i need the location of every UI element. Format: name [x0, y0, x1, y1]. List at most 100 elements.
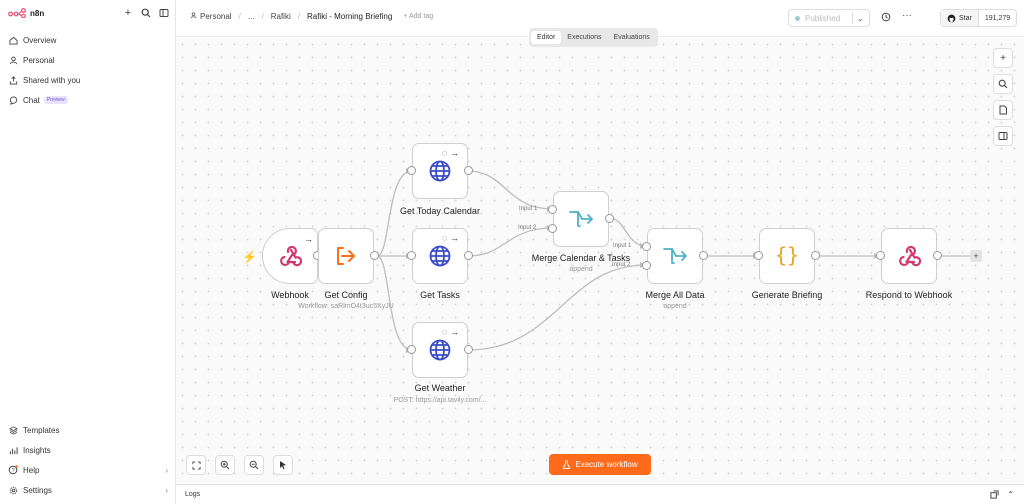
sidebar-item-insights[interactable]: Insights: [0, 440, 176, 460]
sidebar-item-chat[interactable]: Chat Preview: [0, 90, 176, 110]
execute-workflow-icon: [337, 247, 355, 265]
node-get-config[interactable]: [318, 228, 374, 284]
breadcrumb-folder[interactable]: Rafiki: [271, 12, 291, 21]
svg-text:{}: {}: [775, 244, 799, 267]
share-icon: [8, 75, 18, 85]
run-node-icon[interactable]: ◌ →: [442, 148, 459, 158]
zoom-in-icon[interactable]: [215, 455, 235, 475]
input-handle[interactable]: [642, 242, 651, 251]
add-tag-button[interactable]: + Add tag: [403, 13, 433, 20]
chevron-down-icon[interactable]: ⌄: [857, 14, 864, 23]
node-merge-all-data[interactable]: [647, 228, 703, 284]
code-braces-icon: {}: [775, 244, 799, 267]
user-icon: [190, 12, 197, 21]
execute-workflow-button[interactable]: Execute workflow: [549, 454, 651, 475]
node-get-today-calendar[interactable]: [412, 143, 468, 199]
n8n-logo-icon: [8, 8, 26, 18]
edge-merge1-merge2: [608, 217, 647, 247]
arrow-right-icon[interactable]: →: [304, 234, 313, 244]
canvas-right-toolbar: +: [993, 48, 1013, 146]
input-handle[interactable]: [407, 345, 416, 354]
node-label: Get Weather: [414, 383, 466, 393]
publish-status: Published: [805, 13, 841, 23]
run-node-icon[interactable]: ◌ →: [442, 233, 459, 243]
node-subtitle: append: [663, 303, 687, 310]
chevron-up-icon[interactable]: ⌃: [1007, 490, 1014, 501]
webhook-icon: [899, 245, 921, 267]
input-handle[interactable]: [876, 251, 885, 260]
history-icon[interactable]: [881, 12, 891, 24]
tab-editor[interactable]: Editor: [531, 31, 562, 44]
panel-toggle-icon[interactable]: [993, 126, 1013, 146]
output-handle[interactable]: [699, 251, 708, 260]
breadcrumb-ellipsis[interactable]: ...: [248, 12, 255, 21]
node-subtitle: append: [569, 266, 593, 273]
github-star-button[interactable]: Star 191,279: [940, 9, 1018, 27]
popout-icon[interactable]: [990, 490, 999, 501]
breadcrumb-separator: /: [238, 12, 241, 21]
search-icon[interactable]: [993, 74, 1013, 94]
sidebar-item-help[interactable]: ? Help ›: [0, 460, 176, 480]
add-node-icon[interactable]: +: [993, 48, 1013, 68]
breadcrumb-personal[interactable]: Personal: [200, 12, 232, 21]
sidebar-item-shared[interactable]: Shared with you: [0, 70, 176, 90]
sidebar-item-label: Overview: [23, 35, 57, 45]
breadcrumb-separator: /: [261, 12, 264, 21]
workflow-name[interactable]: Rafiki - Morning Briefing: [307, 12, 392, 21]
view-tabs: Editor Executions Evaluations: [529, 28, 658, 47]
input-handle[interactable]: [407, 251, 416, 260]
tab-executions[interactable]: Executions: [561, 31, 607, 44]
input-handle[interactable]: [548, 224, 557, 233]
sidebar-item-personal[interactable]: Personal: [0, 50, 176, 70]
github-icon: [947, 14, 956, 22]
sticky-note-icon[interactable]: [993, 100, 1013, 120]
search-icon[interactable]: [140, 7, 152, 19]
node-get-tasks[interactable]: [412, 228, 468, 284]
execute-workflow-label: Execute workflow: [575, 460, 638, 469]
cursor-icon[interactable]: [273, 455, 293, 475]
node-label: Get Today Calendar: [400, 206, 480, 216]
sidebar-item-overview[interactable]: Overview: [0, 30, 176, 50]
flask-icon: [563, 460, 571, 469]
sidebar-nav-top: Overview Personal Shared with you Chat P…: [0, 30, 176, 110]
add-node-button[interactable]: +: [970, 250, 982, 262]
sidebar-item-label: Shared with you: [23, 75, 81, 85]
node-get-weather[interactable]: [412, 322, 468, 378]
logs-panel-bar[interactable]: Logs ⌃: [176, 484, 1024, 504]
sidebar-toggle-icon[interactable]: [158, 7, 170, 19]
output-handle[interactable]: [464, 166, 473, 175]
output-handle[interactable]: [370, 251, 379, 260]
globe-icon: [429, 160, 451, 182]
node-generate-briefing[interactable]: {}: [759, 228, 815, 284]
input-handle[interactable]: [754, 251, 763, 260]
edge-tasks-merge1: [467, 227, 554, 257]
output-handle[interactable]: [464, 251, 473, 260]
publish-button[interactable]: Published ⌄: [788, 9, 870, 27]
zoom-out-icon[interactable]: [244, 455, 264, 475]
output-handle[interactable]: [933, 251, 942, 260]
plus-icon[interactable]: +: [122, 7, 134, 19]
sidebar-item-label: Chat: [23, 95, 40, 105]
globe-icon: [429, 245, 451, 267]
input-handle[interactable]: [642, 261, 651, 270]
input-handle[interactable]: [407, 166, 416, 175]
node-respond-to-webhook[interactable]: [881, 228, 937, 284]
logs-label: Logs: [185, 491, 201, 498]
output-handle[interactable]: [811, 251, 820, 260]
node-merge-calendar-tasks[interactable]: [553, 191, 609, 247]
sidebar-nav-bottom: Templates Insights ? Help › Settings ›: [0, 420, 176, 500]
sidebar-item-settings[interactable]: Settings ›: [0, 480, 176, 500]
chat-icon: [8, 95, 18, 105]
tab-evaluations[interactable]: Evaluations: [608, 31, 656, 44]
port-label: Input 2: [612, 262, 631, 268]
port-label: Input 1: [519, 206, 538, 212]
run-node-icon[interactable]: ◌ →: [442, 327, 459, 337]
output-handle[interactable]: [464, 345, 473, 354]
sidebar-item-templates[interactable]: Templates: [0, 420, 176, 440]
input-handle[interactable]: [548, 205, 557, 214]
home-icon: [8, 35, 18, 45]
webhook-icon: [280, 245, 302, 267]
output-handle[interactable]: [605, 214, 614, 223]
fit-view-icon[interactable]: [186, 455, 206, 475]
more-options-icon[interactable]: ···: [902, 10, 912, 21]
